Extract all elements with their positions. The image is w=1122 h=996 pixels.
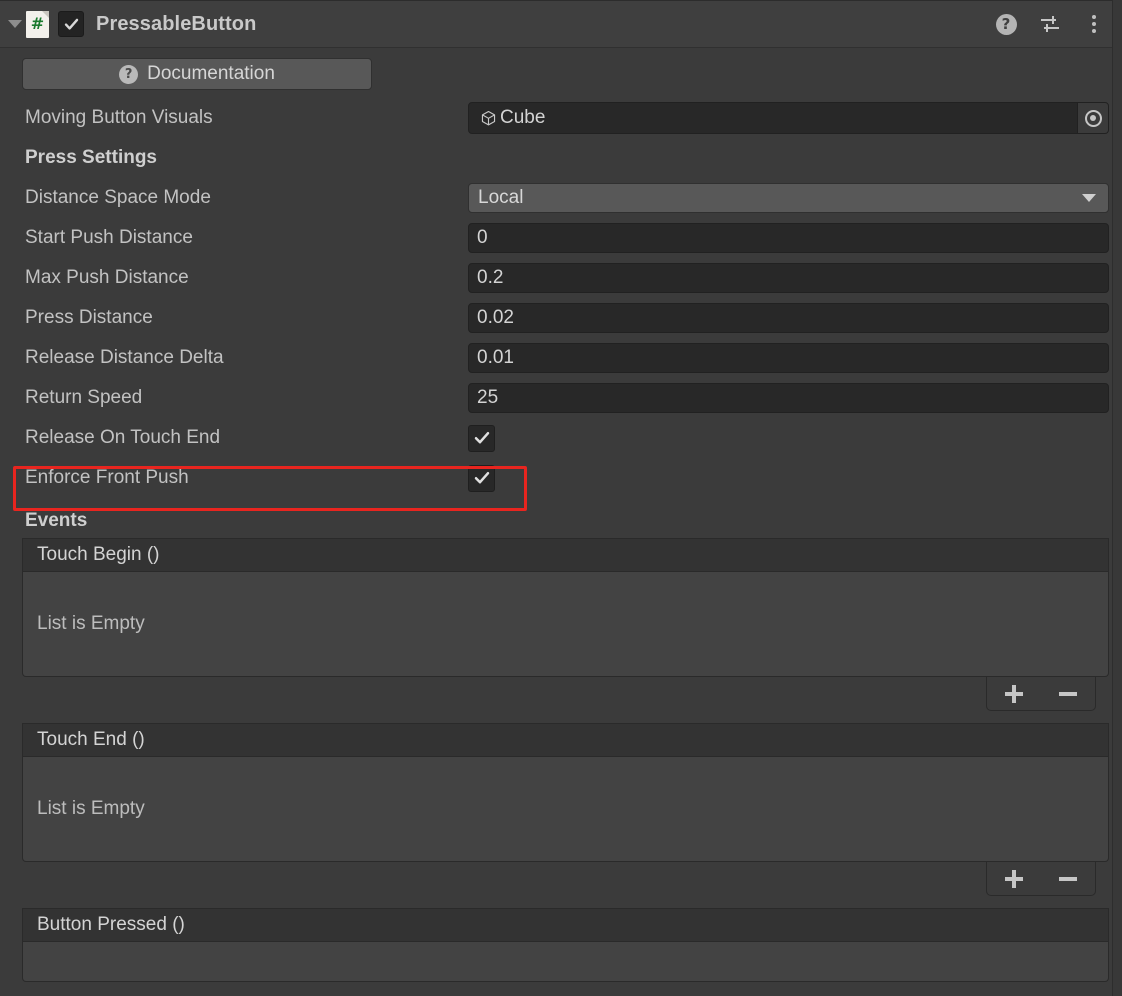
row-return-speed: Return Speed 25: [0, 378, 1122, 418]
object-field-moving-button-visuals[interactable]: Cube: [468, 102, 1109, 134]
target-picker-icon[interactable]: [1077, 103, 1108, 133]
dropdown-distance-space-mode[interactable]: Local: [468, 183, 1109, 213]
checkbox-enforce-front-push[interactable]: [468, 464, 495, 492]
row-release-distance-delta: Release Distance Delta 0.01: [0, 338, 1122, 378]
label-release-distance-delta: Release Distance Delta: [25, 347, 224, 368]
row-press-distance: Press Distance 0.02: [0, 298, 1122, 338]
scrollbar-gutter[interactable]: [1112, 0, 1122, 996]
documentation-label: Documentation: [147, 63, 275, 84]
event-footer-touch-begin: [22, 677, 1109, 711]
event-list-controls: [986, 862, 1096, 896]
chevron-down-icon: [1082, 194, 1096, 202]
row-max-push-distance: Max Push Distance 0.2: [0, 258, 1122, 298]
more-menu-icon[interactable]: [1082, 12, 1106, 36]
event-block-touch-begin: Touch Begin () List is Empty: [22, 538, 1109, 711]
input-value: 0.2: [477, 267, 504, 288]
label-moving-button-visuals: Moving Button Visuals: [25, 107, 213, 128]
row-start-push-distance: Start Push Distance 0: [0, 218, 1122, 258]
input-start-push-distance[interactable]: 0: [468, 223, 1109, 253]
event-header-touch-begin[interactable]: Touch Begin (): [22, 538, 1109, 572]
event-header-label: Touch End (): [37, 729, 145, 750]
section-header-events: Events: [25, 510, 88, 531]
event-block-touch-end: Touch End () List is Empty: [22, 723, 1109, 896]
input-value: 0.02: [477, 307, 514, 328]
remove-listener-button[interactable]: [1048, 681, 1088, 707]
row-release-on-touch-end: Release On Touch End: [0, 418, 1122, 458]
event-spacer-1: [0, 711, 1122, 723]
event-body-touch-begin: List is Empty: [22, 572, 1109, 677]
input-release-distance-delta[interactable]: 0.01: [468, 343, 1109, 373]
plus-icon: [1005, 869, 1023, 888]
input-press-distance[interactable]: 0.02: [468, 303, 1109, 333]
input-max-push-distance[interactable]: 0.2: [468, 263, 1109, 293]
row-distance-space-mode: Distance Space Mode Local: [0, 178, 1122, 218]
event-header-label: Touch Begin (): [37, 544, 160, 565]
input-value: 0: [477, 227, 488, 248]
event-spacer-2: [0, 896, 1122, 908]
event-body-button-pressed: [22, 942, 1109, 982]
minus-icon: [1059, 691, 1077, 696]
unity-inspector-panel: # PressableButton ? ? Documentation Movi…: [0, 0, 1122, 996]
input-return-speed[interactable]: 25: [468, 383, 1109, 413]
row-press-settings-header: Press Settings: [0, 138, 1122, 178]
component-header[interactable]: # PressableButton ?: [0, 0, 1122, 48]
sliders-icon: [1041, 16, 1059, 32]
input-value: 25: [477, 387, 499, 408]
cube-icon-svg: [481, 110, 495, 125]
row-enforce-front-push: Enforce Front Push: [0, 458, 1122, 498]
object-field-value: Cube: [500, 107, 546, 128]
dropdown-value: Local: [478, 187, 524, 208]
event-header-label: Button Pressed (): [37, 914, 185, 935]
label-return-speed: Return Speed: [25, 387, 143, 408]
help-icon: ?: [119, 64, 139, 84]
component-title: PressableButton: [96, 12, 257, 35]
component-enabled-checkbox[interactable]: [58, 11, 84, 37]
cube-icon: [479, 109, 497, 127]
check-icon: [64, 18, 78, 30]
label-max-push-distance: Max Push Distance: [25, 267, 189, 288]
minus-icon: [1059, 876, 1077, 881]
check-icon: [474, 471, 489, 484]
label-release-on-touch-end: Release On Touch End: [25, 427, 221, 448]
plus-icon: [1005, 684, 1023, 703]
help-icon[interactable]: ?: [994, 12, 1018, 36]
add-listener-button[interactable]: [994, 866, 1034, 892]
empty-list-label: List is Empty: [37, 613, 145, 634]
empty-list-label: List is Empty: [37, 798, 145, 819]
row-moving-button-visuals: Moving Button Visuals Cube: [0, 98, 1122, 138]
label-press-distance: Press Distance: [25, 307, 153, 328]
documentation-button[interactable]: ? Documentation: [22, 58, 372, 90]
preset-icon[interactable]: [1038, 12, 1062, 36]
event-footer-touch-end: [22, 862, 1109, 896]
label-distance-space-mode: Distance Space Mode: [25, 187, 211, 208]
header-icon-group: ?: [994, 1, 1106, 47]
add-listener-button[interactable]: [994, 681, 1034, 707]
documentation-row: ? Documentation: [0, 48, 1122, 98]
check-icon: [474, 431, 489, 444]
checkbox-release-on-touch-end[interactable]: [468, 424, 495, 452]
event-body-touch-end: List is Empty: [22, 757, 1109, 862]
csharp-script-icon: #: [26, 10, 49, 38]
label-enforce-front-push: Enforce Front Push: [25, 467, 189, 488]
script-icon-hash-glyph: #: [30, 13, 45, 33]
input-value: 0.01: [477, 347, 514, 368]
event-block-button-pressed: Button Pressed (): [22, 908, 1109, 982]
event-header-touch-end[interactable]: Touch End (): [22, 723, 1109, 757]
label-start-push-distance: Start Push Distance: [25, 227, 193, 248]
section-header-press-settings: Press Settings: [25, 147, 157, 168]
event-header-button-pressed[interactable]: Button Pressed (): [22, 908, 1109, 942]
event-list-controls: [986, 677, 1096, 711]
remove-listener-button[interactable]: [1048, 866, 1088, 892]
foldout-triangle-down-icon[interactable]: [6, 15, 24, 33]
